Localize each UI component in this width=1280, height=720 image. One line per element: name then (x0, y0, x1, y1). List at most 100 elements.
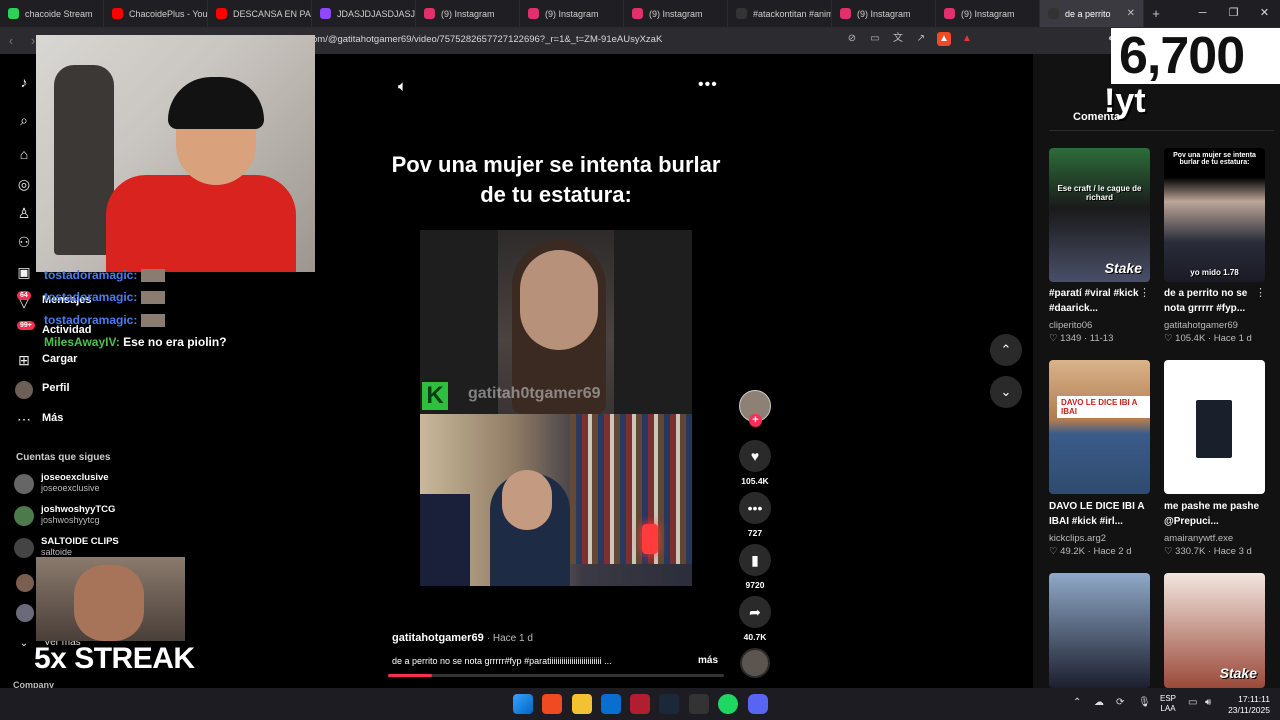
streaming-app-icon[interactable] (630, 694, 650, 714)
spotify-icon[interactable] (718, 694, 738, 714)
save-button[interactable]: ▮ (739, 544, 771, 576)
friends-icon[interactable]: ⚇ (16, 234, 32, 250)
close-window-icon[interactable]: ✕ (1249, 0, 1280, 27)
comment-button[interactable]: ••• (739, 492, 771, 524)
screen-icon[interactable]: ▭ (868, 32, 882, 46)
network-icon[interactable]: ▭ (1188, 697, 1197, 708)
video-progress-bar[interactable] (388, 674, 724, 677)
progress-fill (388, 674, 432, 677)
streamer-facecam (36, 35, 315, 272)
browser-tab[interactable]: DESCANSA EN PAZ (208, 0, 312, 27)
heart-outline-icon: ♡ (1049, 546, 1058, 557)
obs-icon[interactable] (689, 694, 709, 714)
tab-favicon-icon (320, 8, 331, 19)
brave-icon[interactable] (542, 694, 562, 714)
share-icon[interactable]: ↗ (914, 32, 928, 46)
rewards-icon[interactable]: ▲ (960, 32, 974, 46)
emote-image (141, 291, 166, 305)
minimize-icon[interactable]: ─ (1187, 0, 1218, 27)
discord-icon[interactable] (748, 694, 768, 714)
description-more-button[interactable]: más (698, 655, 718, 666)
profile-avatar[interactable] (15, 381, 33, 399)
related-video-author[interactable]: amairanywtf.exe (1164, 533, 1233, 544)
browser-tab[interactable]: JDASJDJASDJASJDS (312, 0, 416, 27)
related-video-title[interactable]: DAVO LE DICE IBI A IBAI #kick #irl... (1049, 499, 1154, 529)
share-button[interactable]: ➦ (739, 596, 771, 628)
statue-figure (54, 65, 114, 255)
chevron-down-icon[interactable]: ⌄ (16, 636, 32, 652)
following-title: Cuentas que sigues (16, 452, 111, 463)
related-video-author[interactable]: gatitahotgamer69 (1164, 320, 1238, 331)
following-account[interactable]: joseoexclusive joseoexclusive (14, 472, 109, 494)
bing-icon[interactable] (601, 694, 621, 714)
more-dots-icon[interactable]: ⋯ (16, 411, 32, 427)
language-indicator[interactable]: ESP LAA (1160, 694, 1176, 714)
following-account[interactable]: joshwoshyyTCG joshwoshyytcg (14, 504, 115, 526)
steam-icon[interactable] (659, 694, 679, 714)
maximize-icon[interactable]: ❐ (1218, 0, 1249, 27)
tiktok-logo-icon[interactable]: ♪ (16, 74, 32, 90)
no-cast-icon[interactable]: ⊘ (845, 32, 859, 46)
related-video-thumbnail[interactable]: DAVO LE DICE IBI A IBAI (1049, 360, 1150, 494)
related-video-author[interactable]: kickclips.arg2 (1049, 533, 1106, 544)
related-video-thumbnail[interactable]: Pov una mujer se intenta burlar de tu es… (1164, 148, 1265, 282)
cloud-icon[interactable]: ☁ (1094, 697, 1104, 708)
volume-icon[interactable]: 🔈︎ (398, 78, 407, 95)
following-account[interactable]: SALTOIDE CLIPS saltoide (14, 536, 119, 558)
brave-shield-icon[interactable]: ▲ (937, 32, 951, 46)
browser-tab[interactable]: (9) Instagram (624, 0, 728, 27)
laughing-face (74, 565, 144, 641)
upload-icon[interactable]: ⊞ (16, 352, 32, 368)
following-icon[interactable]: ♙ (16, 205, 32, 221)
related-video-author[interactable]: cliperito06 (1049, 320, 1092, 331)
tray-chevron-icon[interactable]: ⌃ (1073, 697, 1081, 708)
browser-tab[interactable]: chacoide Stream (0, 0, 104, 27)
related-video-thumbnail[interactable] (1164, 360, 1265, 494)
system-clock[interactable]: 17:11:11 23/11/2025 (1228, 694, 1270, 716)
home-icon[interactable]: ⌂ (16, 146, 32, 162)
related-video-thumbnail[interactable]: Stake (1164, 573, 1265, 688)
sidebar-item-upload[interactable]: Cargar (42, 353, 77, 365)
live-icon[interactable]: ▣ (16, 264, 32, 280)
explore-icon[interactable]: ◎ (16, 176, 32, 192)
sync-icon[interactable]: ⟳ (1116, 697, 1124, 708)
tab-favicon-icon (216, 8, 227, 19)
music-disc-icon[interactable] (740, 648, 770, 678)
sidebar-item-more[interactable]: Más (42, 412, 63, 424)
close-tab-icon[interactable]: ✕ (1127, 8, 1135, 19)
new-tab-button[interactable]: + (1144, 6, 1168, 21)
file-explorer-icon[interactable] (572, 694, 592, 714)
related-video-title[interactable]: me pashe me pashe @Prepuci... (1164, 499, 1269, 529)
browser-tab[interactable]: (9) Instagram (416, 0, 520, 27)
mic-icon[interactable]: 🎙︎ (1138, 697, 1151, 708)
browser-tab[interactable]: #atackontitan #anime (728, 0, 832, 27)
related-video-thumbnail[interactable] (1049, 573, 1150, 688)
kebab-menu-icon[interactable]: ⋮ (1139, 286, 1150, 299)
browser-tab[interactable]: ChacoidePlus - YouTube (104, 0, 208, 27)
chat-message: tostadoramagic: (44, 313, 166, 328)
back-icon[interactable]: ‹ (0, 33, 22, 48)
tab-favicon-icon (736, 8, 747, 19)
kebab-menu-icon[interactable]: ⋮ (1255, 286, 1266, 299)
next-video-button[interactable]: ⌄ (990, 376, 1022, 408)
follow-plus-icon[interactable]: + (749, 414, 762, 427)
volume-tray-icon[interactable]: 🔊︎ (1205, 697, 1211, 708)
translate-icon[interactable]: 文 (891, 32, 905, 46)
video-author[interactable]: gatitahotgamer69 · Hace 1 d (392, 632, 533, 644)
windows-taskbar: ⌃ ☁ ⟳ 🎙︎ ESP LAA ▭ 🔊︎ 17:11:11 23/11/2025 (0, 688, 1280, 720)
windows-start-icon[interactable] (513, 694, 533, 714)
related-video-thumbnail[interactable]: Ese craft / le cague de richard Stake (1049, 148, 1150, 282)
more-options-icon[interactable]: ••• (698, 76, 718, 94)
avatar[interactable] (16, 574, 34, 592)
browser-tab[interactable]: (9) Instagram (520, 0, 624, 27)
search-icon[interactable]: ⌕ (16, 112, 32, 128)
sidebar-item-profile[interactable]: Perfil (42, 382, 70, 394)
related-video-title[interactable]: de a perrito no se nota grrrrr #fyp... (1164, 286, 1269, 316)
browser-tab[interactable]: (9) Instagram (936, 0, 1040, 27)
avatar[interactable] (16, 604, 34, 622)
browser-tab[interactable]: (9) Instagram (832, 0, 936, 27)
like-button[interactable]: ♥ (739, 440, 771, 472)
url-field[interactable]: om/@gatitahotgamer69/video/7575282657727… (312, 34, 662, 45)
browser-tab-active[interactable]: de a perrito ✕ (1040, 0, 1144, 27)
previous-video-button[interactable]: ⌃ (990, 334, 1022, 366)
